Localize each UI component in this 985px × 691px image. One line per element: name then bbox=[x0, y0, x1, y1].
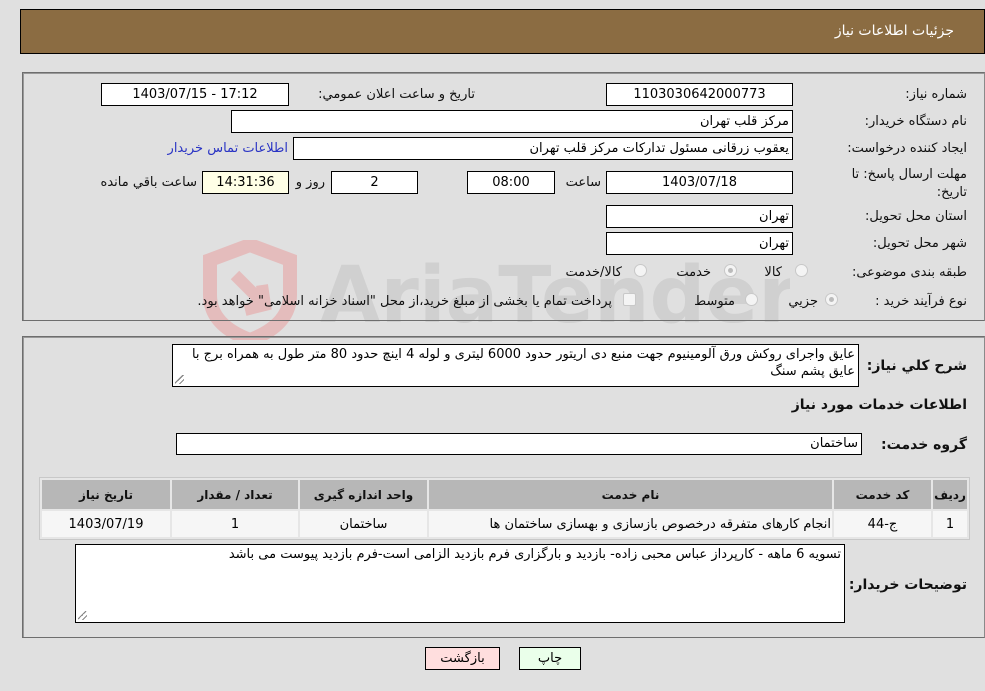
purchase-option-minor: جزيي bbox=[788, 294, 818, 309]
buyer-org-label: نام دستگاه خريدار: bbox=[864, 114, 967, 129]
purchase-radio-minor[interactable] bbox=[825, 293, 838, 306]
cell-service-name: انجام کارهای متفرقه درخصوص بازسازی و بهس… bbox=[429, 511, 832, 537]
purchase-type-label: نوع فرآيند خريد : bbox=[875, 294, 967, 309]
col-quantity: تعداد / مقدار bbox=[172, 480, 298, 509]
service-group-field: ساختمان bbox=[176, 433, 862, 455]
col-service-name: نام خدمت bbox=[429, 480, 832, 509]
requester-field: یعقوب زرقانی مسئول تداركات مرکز قلب تهرا… bbox=[293, 137, 793, 160]
cell-quantity: 1 bbox=[172, 511, 298, 537]
page-title: جزئيات اطلاعات نياز bbox=[834, 23, 954, 39]
print-button[interactable]: چاپ bbox=[519, 647, 581, 670]
cell-unit: ساختمان bbox=[300, 511, 427, 537]
days-remaining-field: 2 bbox=[331, 171, 418, 194]
col-unit: واحد اندازه گيری bbox=[300, 480, 427, 509]
need-number-label: شماره نياز: bbox=[905, 87, 967, 102]
buyer-contact-link[interactable]: اطلاعات تماس خريدار bbox=[168, 141, 288, 156]
table-header-row: رديف کد خدمت نام خدمت واحد اندازه گيری ت… bbox=[42, 480, 967, 509]
treasury-note: پرداخت تمام يا بخشی از مبلغ خريد،از محل … bbox=[197, 294, 612, 309]
city-label: شهر محل تحويل: bbox=[872, 236, 967, 251]
services-table: رديف کد خدمت نام خدمت واحد اندازه گيری ت… bbox=[39, 477, 970, 540]
cell-service-code: ج-44 bbox=[834, 511, 931, 537]
treasury-checkbox[interactable] bbox=[623, 293, 636, 306]
announce-datetime-field: 1403/07/15 - 17:12 bbox=[101, 83, 289, 106]
cell-need-date: 1403/07/19 bbox=[42, 511, 170, 537]
purchase-option-medium: متوسط bbox=[694, 294, 735, 309]
deadline-label: مهلت ارسال پاسخ: تا تاريخ: bbox=[851, 167, 967, 200]
deadline-date-field: 1403/07/18 bbox=[606, 171, 793, 194]
days-label: روز و bbox=[295, 175, 325, 190]
announce-datetime-label: تاريخ و ساعت اعلان عمومي: bbox=[318, 87, 475, 102]
province-label: استان محل تحويل: bbox=[865, 209, 967, 224]
city-field: تهران bbox=[606, 232, 793, 255]
summary-textarea[interactable]: عايق واجرای روکش ورق آلومينيوم جهت منبع … bbox=[172, 344, 859, 387]
summary-text: عايق واجرای روکش ورق آلومينيوم جهت منبع … bbox=[191, 347, 855, 379]
page-header: جزئيات اطلاعات نياز bbox=[20, 9, 985, 54]
category-option-goods: کالا bbox=[764, 265, 782, 280]
category-option-goods-service: کالا/خدمت bbox=[565, 265, 622, 280]
services-section-title: اطلاعات خدمات مورد نياز bbox=[791, 397, 967, 413]
category-radio-goods-service[interactable] bbox=[634, 264, 647, 277]
deadline-time-field: 08:00 bbox=[467, 171, 555, 194]
category-radio-service[interactable] bbox=[724, 264, 737, 277]
province-field: تهران bbox=[606, 205, 793, 228]
category-label: طبقه بندی موضوعی: bbox=[851, 265, 967, 280]
summary-label: شرح کلي نياز: bbox=[866, 358, 967, 374]
col-service-code: کد خدمت bbox=[834, 480, 931, 509]
cell-row-number: 1 bbox=[933, 511, 967, 537]
col-row-number: رديف bbox=[933, 480, 967, 509]
col-need-date: تاريخ نياز bbox=[42, 480, 170, 509]
resize-grip-icon[interactable] bbox=[78, 611, 87, 620]
service-group-label: گروه خدمت: bbox=[881, 437, 967, 453]
buyer-org-field: مرکز قلب تهران bbox=[231, 110, 793, 133]
requester-label: ايجاد كننده درخواست: bbox=[847, 141, 967, 156]
category-radio-goods[interactable] bbox=[795, 264, 808, 277]
buyer-notes-text: تسويه 6 ماهه - کارپرداز عباس محبی زاده- … bbox=[228, 547, 841, 562]
table-row: 1 ج-44 انجام کارهای متفرقه درخصوص بازساز… bbox=[42, 511, 967, 537]
purchase-radio-medium[interactable] bbox=[745, 293, 758, 306]
back-button[interactable]: بازگشت bbox=[425, 647, 500, 670]
category-option-service: خدمت bbox=[676, 265, 711, 280]
time-remaining-label: ساعت باقي مانده bbox=[100, 175, 197, 190]
deadline-time-label: ساعت bbox=[565, 175, 601, 190]
resize-grip-icon[interactable] bbox=[175, 375, 184, 384]
time-remaining-field: 14:31:36 bbox=[202, 171, 289, 194]
buyer-notes-textarea[interactable]: تسويه 6 ماهه - کارپرداز عباس محبی زاده- … bbox=[75, 544, 845, 623]
need-number-field: 1103030642000773 bbox=[606, 83, 793, 106]
buyer-notes-label: توضيحات خريدار: bbox=[848, 577, 967, 593]
